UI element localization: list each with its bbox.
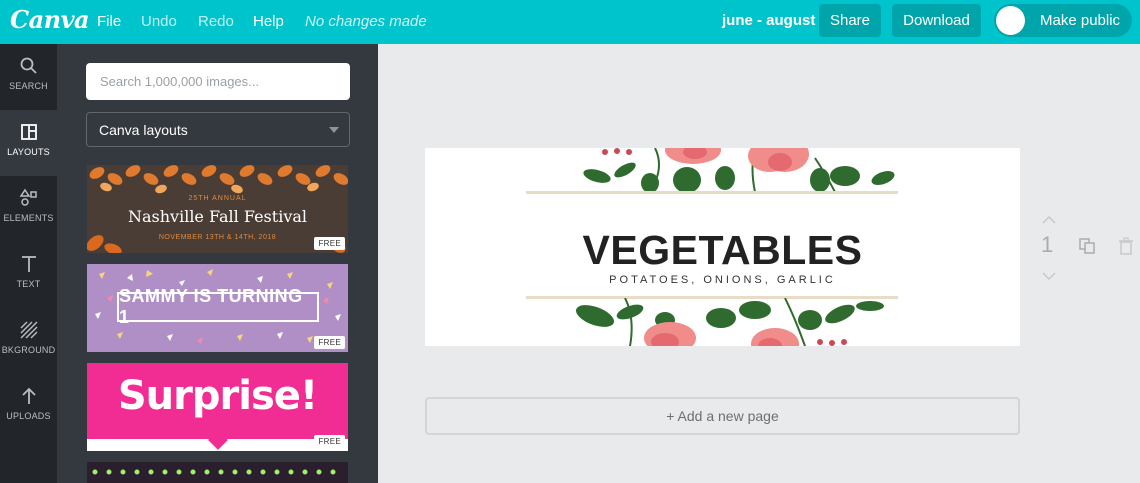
rail-item-text[interactable]: TEXT bbox=[0, 242, 57, 308]
image-search-input[interactable] bbox=[86, 63, 350, 100]
undo-button[interactable]: Undo bbox=[141, 13, 177, 30]
top-bar: Canva File Undo Redo Help No changes mad… bbox=[0, 0, 1140, 44]
design-subtitle[interactable]: POTATOES, ONIONS, GARLIC bbox=[425, 274, 1020, 286]
canva-logo[interactable]: Canva bbox=[10, 5, 90, 34]
make-public-toggle[interactable]: Make public bbox=[994, 4, 1132, 37]
left-rail: SEARCH LAYOUTS ELEMENTS TEXT BKGROUND UP… bbox=[0, 44, 57, 483]
move-page-down-icon[interactable] bbox=[1041, 268, 1057, 286]
thumb-title: SAMMY IS TURNING 1 bbox=[117, 286, 319, 327]
toggle-knob bbox=[996, 6, 1025, 35]
move-page-up-icon[interactable] bbox=[1041, 212, 1057, 230]
top-rule bbox=[526, 191, 898, 194]
trash-icon[interactable] bbox=[1118, 237, 1134, 260]
rail-label-text: TEXT bbox=[16, 279, 41, 289]
save-status: No changes made bbox=[305, 13, 427, 30]
dots-decoration bbox=[92, 469, 336, 475]
free-badge: FREE bbox=[314, 336, 345, 349]
rail-label-layouts: LAYOUTS bbox=[7, 147, 50, 157]
layouts-icon bbox=[20, 124, 37, 140]
redo-button[interactable]: Redo bbox=[198, 13, 234, 30]
layout-category-select[interactable]: Canva layouts bbox=[86, 112, 350, 147]
chevron-down-icon bbox=[329, 127, 339, 133]
download-button[interactable]: Download bbox=[892, 4, 981, 37]
rail-label-search: SEARCH bbox=[9, 81, 48, 91]
floral-bottom-decoration bbox=[575, 298, 884, 346]
rail-item-background[interactable]: BKGROUND bbox=[0, 308, 57, 374]
thumb-title: Nashville Fall Festival bbox=[127, 207, 308, 226]
layouts-panel: Canva layouts bbox=[57, 44, 378, 483]
thumb-title: Surprise! bbox=[117, 373, 318, 419]
search-icon bbox=[20, 57, 37, 74]
free-badge: FREE bbox=[314, 237, 345, 250]
background-pattern-icon bbox=[20, 321, 37, 339]
rail-item-uploads[interactable]: UPLOADS bbox=[0, 374, 57, 440]
layout-thumb-surprise[interactable]: Surprise! FREE bbox=[87, 363, 348, 451]
rail-label-background: BKGROUND bbox=[1, 345, 56, 355]
share-button[interactable]: Share bbox=[819, 4, 881, 37]
make-public-label: Make public bbox=[1040, 12, 1121, 29]
layout-thumb-fall-festival[interactable]: 25TH ANNUAL Nashville Fall Festival NOVE… bbox=[87, 165, 348, 253]
document-title[interactable]: june - august bbox=[722, 12, 815, 29]
rail-item-elements[interactable]: ELEMENTS bbox=[0, 176, 57, 242]
file-menu[interactable]: File bbox=[97, 13, 121, 30]
layout-thumb-birthday[interactable]: SAMMY IS TURNING 1 FREE bbox=[87, 264, 348, 352]
thumb-date: NOVEMBER 13TH & 14TH, 2018 bbox=[158, 234, 277, 241]
help-menu[interactable]: Help bbox=[253, 13, 284, 30]
upload-arrow-icon bbox=[21, 387, 36, 404]
rail-label-elements: ELEMENTS bbox=[3, 213, 54, 223]
rail-item-search[interactable]: SEARCH bbox=[0, 44, 57, 110]
layout-category-value: Canva layouts bbox=[99, 121, 188, 138]
thumb-subtitle: 25TH ANNUAL bbox=[188, 195, 247, 202]
rail-label-uploads: UPLOADS bbox=[6, 411, 51, 421]
layout-thumb-dotted[interactable] bbox=[87, 462, 348, 483]
text-icon bbox=[21, 256, 36, 272]
design-canvas[interactable]: VEGETABLES POTATOES, ONIONS, GARLIC bbox=[425, 148, 1020, 346]
page-number: 1 bbox=[1041, 232, 1054, 257]
rail-item-layouts[interactable]: LAYOUTS bbox=[0, 110, 57, 176]
shapes-icon bbox=[19, 188, 37, 206]
free-badge: FREE bbox=[314, 435, 345, 448]
add-new-page-button[interactable]: + Add a new page bbox=[425, 397, 1020, 435]
duplicate-page-icon[interactable] bbox=[1078, 237, 1096, 260]
design-title[interactable]: VEGETABLES bbox=[425, 227, 1020, 274]
